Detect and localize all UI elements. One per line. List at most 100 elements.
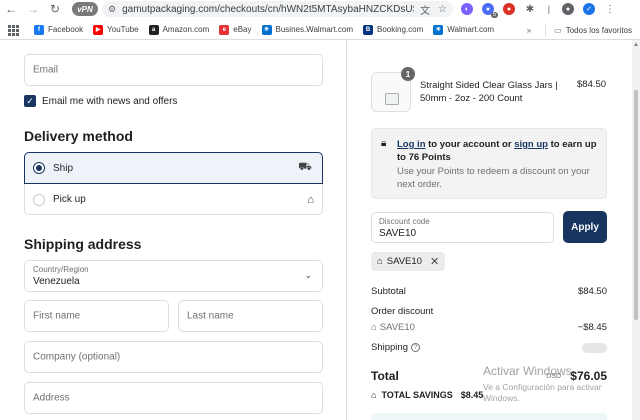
bookmark-item[interactable]: ▶ YouTube [93,24,139,35]
checkbox-checked-icon[interactable]: ✓ [24,95,36,107]
company-field[interactable]: Company (optional) [24,341,323,373]
remove-discount-icon[interactable]: ✕ [430,255,439,268]
product-name: Straight Sided Clear Glass Jars | 50mm -… [420,80,558,104]
delivery-heading: Delivery method [24,128,133,144]
back-icon[interactable]: ← [0,0,22,18]
shield-icon[interactable]: ✓ [582,3,595,15]
chevron-down-icon: ⌄ [304,270,312,280]
email-placeholder: Email [33,64,59,76]
savings-label: TOTAL SAVINGS [381,390,453,400]
extension-badge: 5 [490,12,498,18]
first-name-placeholder: First name [33,310,81,322]
bookmark-item[interactable]: a Amazon.com [148,24,209,35]
apply-button[interactable]: Apply [563,211,607,243]
booking-icon: B [363,24,373,35]
login-link[interactable]: Log in [397,139,426,150]
translate-icon[interactable]: 文 [420,2,430,17]
all-favorites-link[interactable]: Todos los favoritos [566,26,632,35]
email-field[interactable]: Email [24,54,323,86]
total-value: $76.05 [570,369,607,383]
signup-link[interactable]: sign up [514,139,548,150]
total-row: Total USD $76.05 [371,369,607,383]
column-divider [346,40,347,420]
bookmark-item[interactable]: e eBay [219,24,252,35]
vpn-extension-button[interactable]: vPN [72,2,98,16]
extension-icon[interactable]: ● [502,3,515,15]
delivery-options: Ship ⛟ Pick up ⌂ [24,152,323,215]
bookmarks-right: » ▭ Todos los favoritos [527,20,632,40]
discount-code-input[interactable]: Discount code SAVE10 [371,212,554,243]
loyalty-login-box: 🔒︎ Log in to your account or sign up to … [371,128,607,199]
discount-chip-label: SAVE10 [386,256,422,267]
newsletter-option[interactable]: ✓ Email me with news and offers [24,95,177,107]
address-field[interactable]: Address [24,382,323,414]
puzzle-icon[interactable]: ✱ [523,3,536,15]
currency-label: USD [546,373,561,380]
shipping-heading: Shipping address [24,236,142,252]
address-placeholder: Address [33,392,70,404]
facebook-icon: f [34,24,44,35]
country-label: Country/Region [33,265,89,274]
total-label: Total [371,369,399,383]
lock-icon: 🔒︎ [381,138,387,149]
apps-grid-icon[interactable] [8,24,20,36]
discount-code-value: SAVE10 [379,228,417,239]
last-name-field[interactable]: Last name [178,300,323,332]
profile-avatar-icon[interactable]: ● [561,3,574,15]
loyalty-mid-text: to your account or [425,139,515,150]
browser-toolbar: ← → ↻ vPN ⚙ gamutpackaging.com/checkouts… [0,0,640,18]
extension-icons: ◐ ● 5 ● ✱ | ● ✓ ⋮ [460,3,616,18]
site-info-icon[interactable]: ⚙ [108,4,116,15]
total-savings: ⌂ TOTAL SAVINGS $8.45 [371,390,483,400]
bookmark-star-icon[interactable]: ☆ [438,4,447,15]
bookmark-label: eBay [233,25,252,34]
last-name-placeholder: Last name [187,310,234,322]
info-icon[interactable]: ? [410,342,420,352]
address-bar-actions: 文 ☆ [414,1,453,17]
youtube-icon: ▶ [93,24,104,35]
bookmarks-bar: f Facebook ▶ YouTube a Amazon.com e eBay ✳ Busine… [0,20,640,40]
forward-icon[interactable]: → [22,0,44,18]
url-text: gamutpackaging.com/checkouts/cn/hWN2t5MT… [122,3,426,15]
scroll-up-icon[interactable]: ▲ [633,42,639,48]
reload-icon[interactable]: ↻ [44,0,66,18]
country-select[interactable]: Country/Region Venezuela ⌄ [24,260,323,292]
radio-selected-icon[interactable] [33,162,45,174]
folder-icon: ▭ [554,25,562,35]
radio-unselected-icon[interactable] [33,193,45,206]
bookmark-item[interactable]: ✳ Busines.Walmart.com [261,24,354,35]
bookmark-label: Booking.com [377,25,424,34]
bookmark-item[interactable]: f Facebook [34,24,84,35]
order-discount-label: Order discount [371,306,434,317]
delivery-option-ship[interactable]: Ship ⛟ [24,152,323,184]
truck-icon: ⛟ [298,161,312,173]
delivery-option-pickup[interactable]: Pick up ⌂ [25,184,324,215]
menu-kebab-icon[interactable]: ⋮ [603,3,616,15]
applied-code-value: −$8.45 [577,322,607,333]
bookmark-label: Busines.Walmart.com [275,25,354,34]
newsletter-label: Email me with news and offers [42,95,178,107]
ebay-icon: e [219,24,230,35]
bookmark-item[interactable]: B Booking.com [363,24,424,35]
chevron-right-icon[interactable]: » [527,26,531,35]
order-discount-row: Order discount [371,306,607,317]
scrollbar[interactable]: ▲ [632,40,640,420]
loyalty-message: Log in to your account or sign up to ear… [397,138,602,164]
bottom-banner [371,413,607,420]
bookmark-list: f Facebook ▶ YouTube a Amazon.com e eBay ✳ Busine… [34,24,504,35]
pickup-label: Pick up [53,194,86,205]
country-value: Venezuela [33,276,80,287]
discount-code-label: Discount code [379,217,430,226]
product-price: $84.50 [577,79,607,90]
scrollbar-thumb[interactable] [634,90,638,320]
tag-icon: ⌂ [371,322,377,333]
extension-icon[interactable]: ◐ [460,3,473,15]
tag-icon: ⌂ [371,390,377,400]
address-bar[interactable]: ⚙ gamutpackaging.com/checkouts/cn/hWN2t5… [102,1,426,17]
savings-value: $8.45 [460,390,484,400]
bookmark-item[interactable]: ✳ Walmart.com [433,24,494,35]
shipping-loading-placeholder [582,343,607,353]
extension-badge-icon[interactable]: ● 5 [481,3,498,18]
bookmark-label: Facebook [48,25,84,34]
first-name-field[interactable]: First name [24,300,169,332]
